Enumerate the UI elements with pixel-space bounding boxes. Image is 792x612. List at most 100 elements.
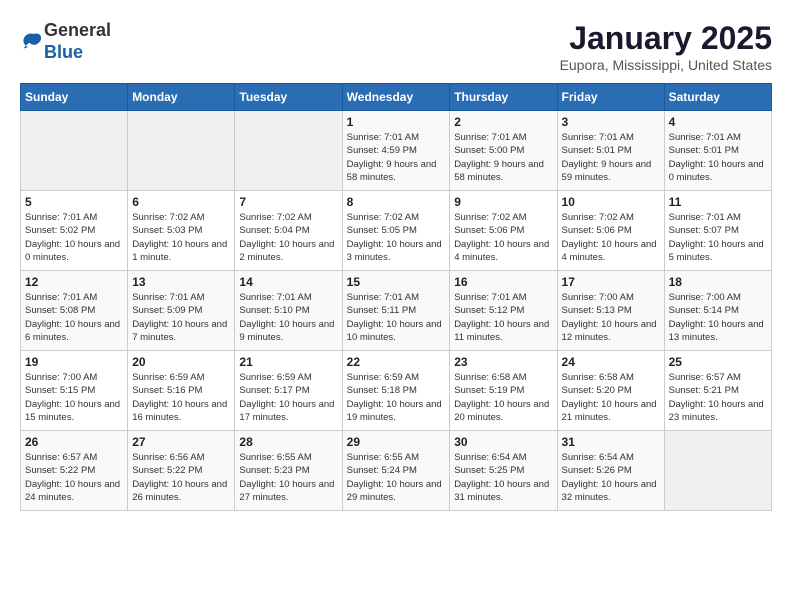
day-number: 11 [669, 195, 767, 209]
day-info: Sunrise: 6:58 AMSunset: 5:20 PMDaylight:… [562, 371, 660, 424]
day-number: 15 [347, 275, 446, 289]
calendar-cell: 5Sunrise: 7:01 AMSunset: 5:02 PMDaylight… [21, 191, 128, 271]
calendar-cell: 14Sunrise: 7:01 AMSunset: 5:10 PMDayligh… [235, 271, 342, 351]
logo-blue-text: Blue [44, 42, 83, 62]
day-info: Sunrise: 7:01 AMSunset: 5:02 PMDaylight:… [25, 211, 123, 264]
day-info: Sunrise: 7:01 AMSunset: 5:01 PMDaylight:… [562, 131, 660, 184]
calendar-cell: 8 Sunrise: 7:02 AMSunset: 5:05 PMDaylight… [342, 191, 450, 271]
day-info: Sunrise: 6:54 AMSunset: 5:26 PMDaylight:… [562, 451, 660, 504]
day-number: 25 [669, 355, 767, 369]
calendar-cell: 18 Sunrise: 7:00 AMSunset: 5:14 PMDayligh… [664, 271, 771, 351]
day-number: 1 [347, 115, 446, 129]
day-number: 23 [454, 355, 552, 369]
calendar-cell: 11 Sunrise: 7:01 AMSunset: 5:07 PMDayligh… [664, 191, 771, 271]
calendar-cell: 3 Sunrise: 7:01 AMSunset: 5:01 PMDaylight… [557, 111, 664, 191]
day-info: Sunrise: 7:01 AMSunset: 5:07 PMDaylight:… [669, 211, 767, 264]
calendar-cell: 12Sunrise: 7:01 AMSunset: 5:08 PMDayligh… [21, 271, 128, 351]
day-number: 27 [132, 435, 230, 449]
month-title: January 2025 [560, 20, 772, 57]
day-info: Sunrise: 7:00 AMSunset: 5:15 PMDaylight:… [25, 371, 123, 424]
calendar-cell: 27 Sunrise: 6:56 AMSunset: 5:22 PMDayligh… [128, 431, 235, 511]
day-number: 12 [25, 275, 123, 289]
calendar-week-row: 5Sunrise: 7:01 AMSunset: 5:02 PMDaylight… [21, 191, 772, 271]
title-block: January 2025 Eupora, Mississippi, United… [560, 20, 772, 73]
day-number: 6 [132, 195, 230, 209]
day-number: 16 [454, 275, 552, 289]
day-number: 22 [347, 355, 446, 369]
calendar-week-row: 26 Sunrise: 6:57 AMSunset: 5:22 PMDayligh… [21, 431, 772, 511]
calendar-week-row: 1 Sunrise: 7:01 AMSunset: 4:59 PMDaylight… [21, 111, 772, 191]
calendar-cell: 1 Sunrise: 7:01 AMSunset: 4:59 PMDaylight… [342, 111, 450, 191]
calendar-cell: 13 Sunrise: 7:01 AMSunset: 5:09 PMDayligh… [128, 271, 235, 351]
logo-text: General Blue [44, 20, 111, 63]
calendar-cell [128, 111, 235, 191]
calendar-cell [235, 111, 342, 191]
day-number: 19 [25, 355, 123, 369]
day-info: Sunrise: 7:02 AMSunset: 5:06 PMDaylight:… [454, 211, 552, 264]
col-header-tuesday: Tuesday [235, 84, 342, 111]
calendar-cell: 28Sunrise: 6:55 AMSunset: 5:23 PMDayligh… [235, 431, 342, 511]
calendar-cell: 21 Sunrise: 6:59 AMSunset: 5:17 PMDayligh… [235, 351, 342, 431]
calendar-cell: 23 Sunrise: 6:58 AMSunset: 5:19 PMDayligh… [450, 351, 557, 431]
day-info: Sunrise: 6:57 AMSunset: 5:21 PMDaylight:… [669, 371, 767, 424]
logo: General Blue [20, 20, 111, 63]
calendar-week-row: 12Sunrise: 7:01 AMSunset: 5:08 PMDayligh… [21, 271, 772, 351]
day-info: Sunrise: 6:59 AMSunset: 5:16 PMDaylight:… [132, 371, 230, 424]
day-number: 28 [239, 435, 337, 449]
day-info: Sunrise: 7:01 AMSunset: 5:10 PMDaylight:… [239, 291, 337, 344]
day-number: 9 [454, 195, 552, 209]
calendar-cell: 16 Sunrise: 7:01 AMSunset: 5:12 PMDayligh… [450, 271, 557, 351]
location: Eupora, Mississippi, United States [560, 57, 772, 73]
col-header-saturday: Saturday [664, 84, 771, 111]
calendar-cell: 6 Sunrise: 7:02 AMSunset: 5:03 PMDaylight… [128, 191, 235, 271]
day-info: Sunrise: 7:02 AMSunset: 5:05 PMDaylight:… [347, 211, 446, 264]
day-info: Sunrise: 6:59 AMSunset: 5:17 PMDaylight:… [239, 371, 337, 424]
day-number: 2 [454, 115, 552, 129]
calendar-cell: 26 Sunrise: 6:57 AMSunset: 5:22 PMDayligh… [21, 431, 128, 511]
calendar-cell: 10 Sunrise: 7:02 AMSunset: 5:06 PMDayligh… [557, 191, 664, 271]
calendar-cell: 7Sunrise: 7:02 AMSunset: 5:04 PMDaylight… [235, 191, 342, 271]
calendar-cell: 29 Sunrise: 6:55 AMSunset: 5:24 PMDayligh… [342, 431, 450, 511]
calendar-cell: 31 Sunrise: 6:54 AMSunset: 5:26 PMDayligh… [557, 431, 664, 511]
calendar-cell: 22 Sunrise: 6:59 AMSunset: 5:18 PMDayligh… [342, 351, 450, 431]
calendar-week-row: 19 Sunrise: 7:00 AMSunset: 5:15 PMDayligh… [21, 351, 772, 431]
day-number: 10 [562, 195, 660, 209]
day-number: 21 [239, 355, 337, 369]
calendar-cell: 2Sunrise: 7:01 AMSunset: 5:00 PMDaylight… [450, 111, 557, 191]
day-number: 31 [562, 435, 660, 449]
day-number: 17 [562, 275, 660, 289]
day-info: Sunrise: 7:01 AMSunset: 5:12 PMDaylight:… [454, 291, 552, 344]
day-info: Sunrise: 7:00 AMSunset: 5:14 PMDaylight:… [669, 291, 767, 344]
day-info: Sunrise: 7:02 AMSunset: 5:03 PMDaylight:… [132, 211, 230, 264]
day-info: Sunrise: 7:02 AMSunset: 5:06 PMDaylight:… [562, 211, 660, 264]
day-info: Sunrise: 6:58 AMSunset: 5:19 PMDaylight:… [454, 371, 552, 424]
day-number: 3 [562, 115, 660, 129]
col-header-monday: Monday [128, 84, 235, 111]
day-number: 29 [347, 435, 446, 449]
day-number: 8 [347, 195, 446, 209]
calendar-cell: 17 Sunrise: 7:00 AMSunset: 5:13 PMDayligh… [557, 271, 664, 351]
calendar-cell [664, 431, 771, 511]
day-info: Sunrise: 6:57 AMSunset: 5:22 PMDaylight:… [25, 451, 123, 504]
day-info: Sunrise: 6:55 AMSunset: 5:24 PMDaylight:… [347, 451, 446, 504]
day-number: 13 [132, 275, 230, 289]
day-info: Sunrise: 7:00 AMSunset: 5:13 PMDaylight:… [562, 291, 660, 344]
calendar-header-row: SundayMondayTuesdayWednesdayThursdayFrid… [21, 84, 772, 111]
day-info: Sunrise: 6:59 AMSunset: 5:18 PMDaylight:… [347, 371, 446, 424]
day-info: Sunrise: 6:56 AMSunset: 5:22 PMDaylight:… [132, 451, 230, 504]
calendar-cell: 20Sunrise: 6:59 AMSunset: 5:16 PMDayligh… [128, 351, 235, 431]
day-number: 30 [454, 435, 552, 449]
day-info: Sunrise: 7:01 AMSunset: 4:59 PMDaylight:… [347, 131, 446, 184]
day-info: Sunrise: 7:02 AMSunset: 5:04 PMDaylight:… [239, 211, 337, 264]
col-header-thursday: Thursday [450, 84, 557, 111]
calendar-cell [21, 111, 128, 191]
day-number: 18 [669, 275, 767, 289]
col-header-friday: Friday [557, 84, 664, 111]
calendar-cell: 9 Sunrise: 7:02 AMSunset: 5:06 PMDaylight… [450, 191, 557, 271]
calendar-cell: 4Sunrise: 7:01 AMSunset: 5:01 PMDaylight… [664, 111, 771, 191]
logo-bird-icon [22, 32, 44, 52]
day-info: Sunrise: 7:01 AMSunset: 5:09 PMDaylight:… [132, 291, 230, 344]
day-number: 26 [25, 435, 123, 449]
col-header-sunday: Sunday [21, 84, 128, 111]
calendar-cell: 19 Sunrise: 7:00 AMSunset: 5:15 PMDayligh… [21, 351, 128, 431]
